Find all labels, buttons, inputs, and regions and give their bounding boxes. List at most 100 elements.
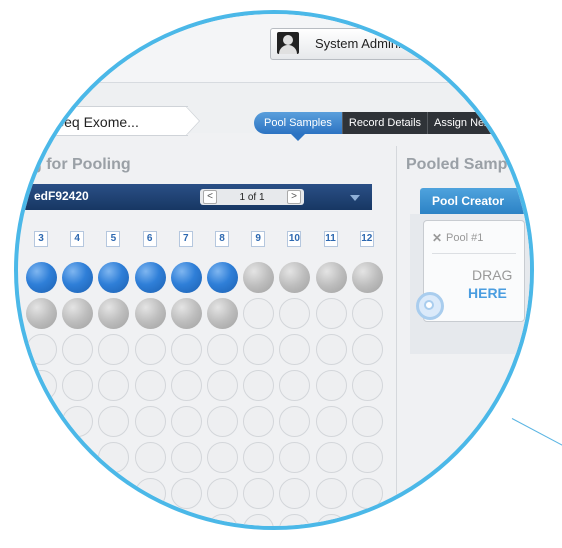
step-pool-samples[interactable]: Pool Samples <box>254 112 342 141</box>
empty-well <box>26 478 57 509</box>
empty-well <box>315 514 347 526</box>
empty-well <box>170 478 202 509</box>
empty-well <box>26 370 57 401</box>
empty-well <box>98 442 130 473</box>
empty-well <box>315 298 347 329</box>
empty-well <box>134 442 166 473</box>
sample-well[interactable] <box>26 298 57 329</box>
remove-pool-icon[interactable]: ✕ <box>432 231 442 245</box>
empty-well <box>279 334 311 365</box>
empty-well <box>351 442 383 473</box>
column-header[interactable]: 12 <box>359 231 374 247</box>
empty-well <box>26 334 57 365</box>
column-header[interactable]: 7 <box>178 231 193 247</box>
empty-well <box>315 334 347 365</box>
empty-well <box>62 370 94 401</box>
tube-icon <box>416 292 444 320</box>
empty-well <box>62 406 94 437</box>
column-header[interactable]: 8 <box>215 231 229 247</box>
empty-well <box>207 406 238 437</box>
empty-well <box>98 478 130 509</box>
step-record-details[interactable]: Record Details <box>341 112 428 134</box>
empty-well <box>243 334 275 365</box>
prev-page-button[interactable]: < <box>203 190 217 204</box>
sample-well[interactable] <box>351 262 383 293</box>
empty-well <box>26 406 57 437</box>
callout-connector <box>511 418 562 452</box>
step-assign-next[interactable]: Assign Next S <box>427 112 510 134</box>
column-header[interactable]: 10 <box>287 231 302 247</box>
sample-well[interactable] <box>98 298 130 329</box>
empty-well <box>26 442 57 473</box>
column-header[interactable]: 5 <box>106 231 121 247</box>
empty-well <box>134 406 166 437</box>
empty-well <box>62 334 94 365</box>
empty-well <box>351 406 383 437</box>
pool-name: Pool #1 <box>446 232 484 244</box>
empty-well <box>351 298 383 329</box>
sample-well[interactable] <box>98 262 130 293</box>
pool-creator-label: Pool Creator <box>432 194 505 208</box>
protocol-breadcrumb[interactable]: uSeq Exome... <box>18 106 188 136</box>
empty-well <box>170 514 202 526</box>
pool-creator-header: Pool Creator <box>420 188 530 214</box>
empty-well <box>279 478 311 509</box>
empty-well <box>243 514 275 526</box>
empty-well <box>134 478 166 509</box>
plate-dropdown-icon[interactable] <box>350 195 360 201</box>
page-indicator: 1 of 1 <box>239 191 265 203</box>
empty-well <box>62 514 94 526</box>
sample-well[interactable] <box>207 262 238 293</box>
left-panel-title: g for Pooling <box>32 156 131 173</box>
sample-well[interactable] <box>26 262 57 293</box>
workflow-steps: Pool Samples Record Details Assign Next … <box>254 112 510 141</box>
next-page-button[interactable]: > <box>287 190 301 204</box>
column-header[interactable]: 6 <box>142 231 157 247</box>
empty-well <box>243 442 275 473</box>
drop-hint-here: HERE <box>468 285 507 301</box>
empty-well <box>170 370 202 401</box>
empty-well <box>279 370 311 401</box>
empty-well <box>207 442 238 473</box>
user-menu-button[interactable]: System Adminis <box>270 28 442 60</box>
column-header[interactable]: 9 <box>251 231 266 247</box>
breadcrumb-arrow-fill <box>186 107 199 135</box>
column-header[interactable]: 4 <box>70 231 85 247</box>
column-header[interactable]: 11 <box>323 231 338 247</box>
sample-well[interactable] <box>243 262 275 293</box>
empty-well <box>243 478 275 509</box>
empty-well <box>134 370 166 401</box>
plate-header: edF92420 < 1 of 1 > <box>18 184 372 210</box>
empty-well <box>351 370 383 401</box>
empty-well <box>207 478 238 509</box>
drop-hint-drag: DRAG <box>472 267 513 283</box>
panel-divider <box>396 146 397 526</box>
user-avatar-icon <box>277 32 299 54</box>
sample-well[interactable] <box>279 262 311 293</box>
column-header[interactable]: 3 <box>34 231 48 247</box>
sample-well[interactable] <box>62 262 94 293</box>
empty-well <box>62 442 94 473</box>
empty-well <box>26 514 57 526</box>
empty-well <box>243 298 275 329</box>
empty-well <box>170 334 202 365</box>
sample-well[interactable] <box>207 298 238 329</box>
empty-well <box>98 514 130 526</box>
sample-well[interactable] <box>62 298 94 329</box>
top-bar: System Adminis <box>18 14 530 83</box>
empty-well <box>207 514 238 526</box>
empty-well <box>170 406 202 437</box>
empty-well <box>243 370 275 401</box>
empty-well <box>279 406 311 437</box>
sample-well[interactable] <box>315 262 347 293</box>
empty-well <box>315 478 347 509</box>
user-name: System Adminis <box>315 36 408 51</box>
sample-well[interactable] <box>170 262 202 293</box>
empty-well <box>243 406 275 437</box>
sample-well[interactable] <box>170 298 202 329</box>
sample-well[interactable] <box>134 262 166 293</box>
empty-well <box>98 334 130 365</box>
empty-well <box>134 334 166 365</box>
sample-well[interactable] <box>134 298 166 329</box>
empty-well <box>98 370 130 401</box>
